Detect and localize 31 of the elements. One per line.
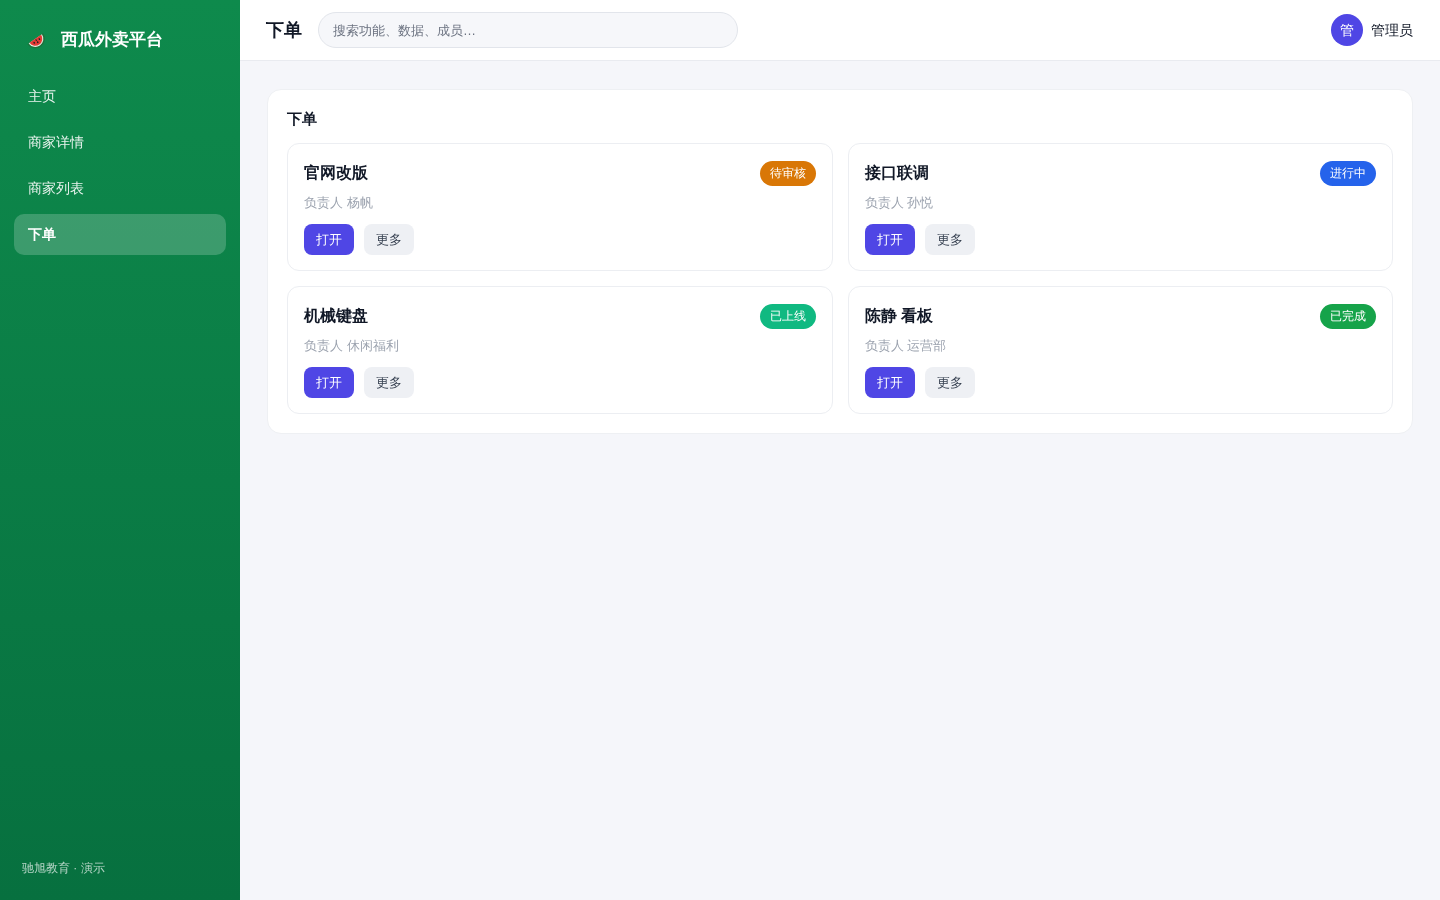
user-avatar[interactable]: 管 — [1331, 14, 1363, 46]
status-badge: 进行中 — [1320, 160, 1376, 186]
card-title: 陈静 看板 — [864, 306, 933, 326]
search-field[interactable]: 搜索功能、数据、成员… — [318, 12, 738, 48]
owner-text: 负责人 孙悦 — [864, 194, 935, 212]
status-badge: 已上线 — [759, 303, 816, 329]
owner-text: 负责人 杨帆 — [304, 194, 374, 212]
open-button[interactable]: 打开 — [304, 224, 354, 255]
brand-name: 西瓜外卖平台 — [61, 29, 163, 51]
nav-item[interactable]: 主页 — [14, 76, 226, 116]
open-button[interactable]: 打开 — [864, 367, 915, 398]
nav-item[interactable]: 商家详情 — [14, 122, 226, 162]
more-button[interactable]: 更多 — [924, 224, 975, 255]
panel-title: 下单 — [287, 109, 318, 129]
card-title: 机械键盘 — [304, 306, 368, 326]
open-button[interactable]: 打开 — [304, 367, 354, 398]
more-button[interactable]: 更多 — [924, 367, 975, 398]
card-title: 接口联调 — [864, 163, 929, 183]
page-title: 下单 — [266, 19, 302, 42]
owner-text: 负责人 休闲福利 — [304, 337, 400, 355]
nav-item[interactable]: 下单 — [14, 214, 226, 255]
user-name: 管理员 — [1371, 20, 1413, 40]
card-title: 官网改版 — [304, 163, 368, 183]
status-badge: 已完成 — [1320, 303, 1376, 329]
more-button[interactable]: 更多 — [364, 224, 414, 255]
owner-text: 负责人 运营部 — [864, 337, 948, 355]
more-button[interactable]: 更多 — [364, 367, 414, 398]
nav-item[interactable]: 商家列表 — [14, 168, 226, 208]
open-button[interactable]: 打开 — [864, 224, 915, 255]
footer-text: 驰旭教育 · 演示 — [22, 861, 105, 875]
status-badge: 待审核 — [759, 160, 816, 186]
